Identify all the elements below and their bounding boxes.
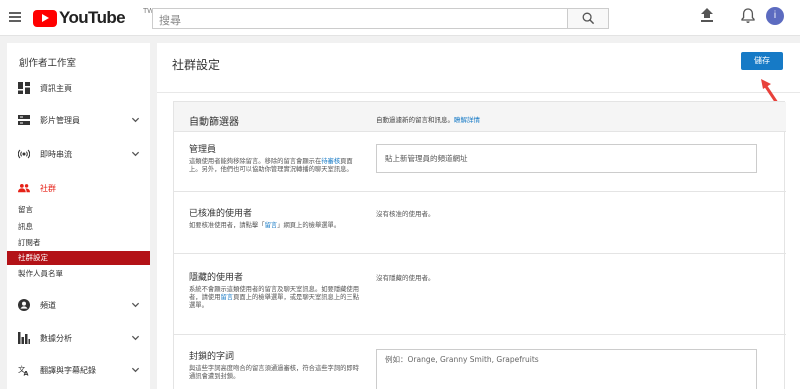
approved-users-empty: 沒有核准的使用者。 [376,210,435,218]
hidden-users-description: 系統不會顯示這類使用者的留言及聊天室訊息。如要隱藏使用者，請使用留言頁面上的檢舉… [189,286,364,310]
approved-users-title: 已核准的使用者 [189,209,253,219]
panel-description: 自動過濾新的留言和訊息。瞭解詳情 [376,114,480,124]
moderator-url-field [376,144,757,173]
youtube-play-icon [33,9,57,27]
blocked-words-description: 與這些字詞高度吻合的留言須通過審核，符合這些字詞的即時通訊會遭到封鎖。 [189,365,360,380]
sidebar-item-community[interactable]: 社群 [7,180,150,196]
blocked-words-title: 封鎖的字詞 [189,352,235,362]
sidebar-item-label: 影片管理員 [40,115,80,125]
translate-icon: 文A [18,364,30,376]
chevron-down-icon[interactable] [131,300,140,309]
comments-link[interactable]: 留言 [220,294,233,301]
sidebar-item-analytics[interactable]: 數據分析 [7,330,150,346]
menu-icon[interactable] [9,10,21,24]
panel-header: 自動篩選器 自動過濾新的留言和訊息。瞭解詳情 [174,102,786,132]
page-title: 社群設定 [172,58,221,72]
blocked-words-field [376,349,757,389]
notification-bell-icon[interactable] [741,8,755,24]
sidebar-subitem-community-settings[interactable]: 社群設定 [7,251,150,265]
dashboard-icon [18,82,30,94]
sidebar-item-label: 即時串流 [40,149,72,159]
hidden-users-empty: 沒有隱藏的使用者。 [376,274,435,282]
sidebar-item-channel[interactable]: 頻道 [7,297,150,313]
approved-users-description: 如要核准使用者，請點擊「留言」網頁上的檢舉選單。 [189,222,364,230]
studio-title: 創作者工作室 [19,58,77,69]
live-stream-icon [18,148,30,160]
sidebar: 創作者工作室 資訊主頁 影片管理員 即時串流 社群 留言 訊息 訂閱者 社群設定… [7,43,150,389]
sidebar-subitem-credits[interactable]: 製作人員名單 [7,267,150,281]
save-button[interactable]: 儲存 [741,52,783,70]
main-header: 社群設定 儲存 [157,43,800,93]
approved-users-row: 已核准的使用者 如要核准使用者，請點擊「留言」網頁上的檢舉選單。 沒有核准的使用… [174,192,786,254]
auto-filter-panel: 自動篩選器 自動過濾新的留言和訊息。瞭解詳情 管理員 這類使用者能夠移除留言。移… [173,101,786,389]
sidebar-item-label: 數據分析 [40,333,72,343]
search-button[interactable] [567,8,609,29]
channel-icon [18,299,30,311]
chevron-down-icon[interactable] [131,149,140,158]
chevron-down-icon[interactable] [131,365,140,374]
sidebar-item-dashboard[interactable]: 資訊主頁 [7,80,150,96]
sidebar-subitem-subscribers[interactable]: 訂閱者 [7,236,150,250]
moderators-description: 這類使用者能夠移除留言。移除的留言會顯示在待審核頁面上。另外，他們也可以協助你管… [189,158,364,174]
main-content: 社群設定 儲存 自動篩選器 自動過濾新的留言和訊息。瞭解詳情 管理員 這類使用者… [157,43,800,389]
blocked-words-row: 封鎖的字詞 與這些字詞高度吻合的留言須通過審核，符合這些字詞的即時通訊會遭到封鎖… [174,335,786,389]
panel-title: 自動篩選器 [189,117,239,128]
top-bar: YouTube TW i [0,0,800,36]
youtube-logo[interactable]: YouTube TW [33,8,154,27]
moderators-desc-text: 這類使用者能夠移除留言。移除的留言會顯示在 [189,158,322,165]
comments-link[interactable]: 留言 [265,222,278,229]
sidebar-subitem-messages[interactable]: 訊息 [7,220,150,234]
sidebar-item-label: 社群 [40,183,56,193]
video-manager-icon [18,114,30,126]
approved-desc-text: 」網頁上的檢舉選單。 [277,222,341,229]
sidebar-item-translations[interactable]: 文A 翻譯與字幕紀錄 [7,362,150,378]
sidebar-item-video-manager[interactable]: 影片管理員 [7,112,150,128]
chevron-down-icon[interactable] [131,333,140,342]
approved-desc-text: 如要核准使用者，請點擊「 [189,222,265,229]
hidden-users-row: 隱藏的使用者 系統不會顯示這類使用者的留言及聊天室訊息。如要隱藏使用者，請使用留… [174,254,786,335]
blocked-words-input[interactable] [377,350,756,389]
learn-more-link[interactable]: 瞭解詳情 [454,116,480,124]
moderators-row: 管理員 這類使用者能夠移除留言。移除的留言會顯示在待審核頁面上。另外，他們也可以… [174,132,786,192]
moderator-url-input[interactable] [377,145,756,172]
search-icon [582,12,595,25]
moderators-title: 管理員 [189,145,217,155]
chevron-down-icon[interactable] [131,115,140,124]
upload-icon[interactable] [700,8,714,24]
sidebar-subitem-comments[interactable]: 留言 [7,203,150,217]
svg-text:A: A [24,370,29,376]
avatar[interactable]: i [766,7,784,25]
sidebar-item-label: 資訊主頁 [40,83,72,93]
panel-description-text: 自動過濾新的留言和訊息。 [376,116,454,124]
pending-review-link[interactable]: 待審核 [321,158,340,165]
sidebar-item-label: 翻譯與字幕紀錄 [40,365,96,375]
hidden-users-title: 隱藏的使用者 [189,273,244,283]
sidebar-item-label: 頻道 [40,300,56,310]
search-input[interactable] [153,11,567,30]
search-box [152,8,568,30]
logo-text: YouTube [59,8,126,27]
community-icon [18,182,30,194]
sidebar-item-live-stream[interactable]: 即時串流 [7,146,150,162]
analytics-icon [18,332,30,344]
